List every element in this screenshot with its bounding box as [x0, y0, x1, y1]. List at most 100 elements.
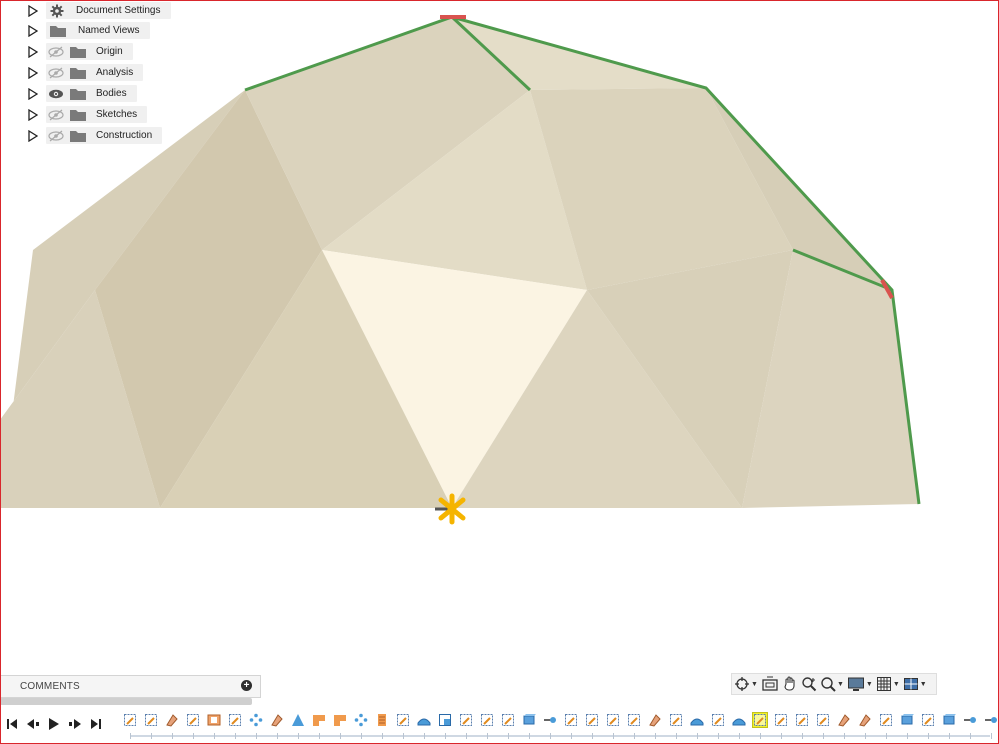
timeline-tick [970, 733, 971, 739]
browser-item-construction[interactable]: Construction [26, 125, 163, 146]
eye-hidden-icon[interactable] [48, 130, 64, 142]
expand-icon[interactable] [26, 128, 40, 144]
timeline-feature-sketch[interactable] [479, 712, 495, 728]
timeline-tick [949, 733, 950, 739]
eye-visible-icon[interactable] [48, 88, 64, 100]
zoom-icon[interactable] [801, 675, 817, 693]
timeline-feature-sketch[interactable] [584, 712, 600, 728]
timeline-feature-sketch[interactable] [626, 712, 642, 728]
timeline-feature-sketch[interactable] [395, 712, 411, 728]
browser-item-label: Analysis [96, 67, 134, 78]
timeline-feature-sketch[interactable] [227, 712, 243, 728]
timeline-tick [697, 733, 698, 739]
timeline-feature-mirror[interactable] [206, 712, 222, 728]
timeline-feature-sketch[interactable] [122, 712, 138, 728]
browser-item-label: Sketches [96, 109, 138, 120]
timeline-tick [718, 733, 719, 739]
timeline-feature-chamfer[interactable] [836, 712, 852, 728]
expand-icon[interactable] [26, 3, 40, 19]
browser-item-label: Origin [96, 46, 123, 57]
timeline-feature-sketch[interactable] [710, 712, 726, 728]
browser-item-bodies[interactable]: Bodies [26, 83, 137, 104]
timeline-feature-extrude[interactable] [311, 712, 327, 728]
folder-icon [70, 67, 86, 79]
timeline-feature-sketch[interactable] [143, 712, 159, 728]
timeline-feature-surface[interactable] [731, 712, 747, 728]
timeline-feature-pattern[interactable] [248, 712, 264, 728]
browser-item-document-settings[interactable]: Document Settings [26, 0, 171, 21]
timeline-tick [235, 733, 236, 739]
eye-hidden-icon[interactable] [48, 67, 64, 79]
browser-item-sketches[interactable]: Sketches [26, 104, 148, 125]
timeline-feature-sketch[interactable] [458, 712, 474, 728]
timeline-feature-sketch[interactable] [815, 712, 831, 728]
expand-icon[interactable] [26, 23, 40, 39]
timeline-feature-sketch[interactable] [878, 712, 894, 728]
viewports-icon[interactable]: ▼ [903, 675, 927, 693]
timeline-feature-face[interactable] [437, 712, 453, 728]
browser-item-origin[interactable]: Origin [26, 41, 133, 62]
timeline-feature-pattern[interactable] [353, 712, 369, 728]
go-to-start-icon[interactable] [6, 717, 18, 731]
timeline-feature-sketch[interactable] [668, 712, 684, 728]
timeline-feature-joint[interactable] [983, 712, 999, 728]
timeline-feature-thicken[interactable] [374, 712, 390, 728]
timeline-feature-plane[interactable] [941, 712, 957, 728]
timeline-feature-sketch[interactable] [794, 712, 810, 728]
look-at-icon[interactable] [761, 675, 779, 693]
browser-item-named-views[interactable]: Named Views [26, 20, 150, 41]
timeline-tick [298, 733, 299, 739]
grid-icon[interactable]: ▼ [876, 675, 900, 693]
browser-item-label: Document Settings [76, 5, 161, 16]
step-forward-icon[interactable] [68, 717, 82, 731]
comments-scrollbar[interactable] [0, 698, 252, 705]
timeline-feature-surface[interactable] [416, 712, 432, 728]
timeline-tick [214, 733, 215, 739]
timeline-feature-chamfer[interactable] [269, 712, 285, 728]
comments-panel[interactable]: COMMENTS + [0, 675, 261, 698]
expand-icon[interactable] [26, 86, 40, 102]
timeline-feature-joint[interactable] [962, 712, 978, 728]
timeline-feature-sketch[interactable] [185, 712, 201, 728]
timeline-tick [739, 733, 740, 739]
canvas-viewport[interactable] [0, 0, 999, 744]
timeline-feature-sketch[interactable] [773, 712, 789, 728]
timeline-feature-sketch[interactable] [920, 712, 936, 728]
timeline-feature-sketch-selected[interactable] [752, 712, 768, 728]
plus-circle-icon[interactable]: + [241, 680, 252, 691]
step-back-icon[interactable] [26, 717, 40, 731]
timeline-track[interactable] [130, 735, 990, 737]
display-settings-icon[interactable]: ▼ [847, 675, 873, 693]
timeline-tick [256, 733, 257, 739]
timeline-feature-surface[interactable] [689, 712, 705, 728]
timeline-feature-chamfer[interactable] [164, 712, 180, 728]
timeline-feature-chamfer[interactable] [647, 712, 663, 728]
timeline-feature-joint[interactable] [542, 712, 558, 728]
browser-item-analysis[interactable]: Analysis [26, 62, 144, 83]
play-icon[interactable] [48, 717, 60, 731]
go-to-end-icon[interactable] [90, 717, 102, 731]
timeline-feature-extrude[interactable] [332, 712, 348, 728]
expand-icon[interactable] [26, 65, 40, 81]
timeline-feature-chamfer[interactable] [857, 712, 873, 728]
gear-icon [50, 4, 64, 17]
fit-icon[interactable]: ▼ [820, 675, 844, 693]
dome-model[interactable] [0, 0, 999, 744]
timeline-feature-plane[interactable] [899, 712, 915, 728]
timeline-tick [403, 733, 404, 739]
expand-icon[interactable] [26, 44, 40, 60]
folder-icon [70, 109, 86, 121]
expand-icon[interactable] [26, 107, 40, 123]
timeline-feature-sketch[interactable] [605, 712, 621, 728]
orbit-icon[interactable]: ▼ [734, 675, 758, 693]
timeline-tick [592, 733, 593, 739]
timeline-feature-sketch[interactable] [563, 712, 579, 728]
timeline-tick [529, 733, 530, 739]
timeline-tick [676, 733, 677, 739]
eye-hidden-icon[interactable] [48, 109, 64, 121]
timeline-feature-plane[interactable] [521, 712, 537, 728]
timeline-feature-loft[interactable] [290, 712, 306, 728]
eye-hidden-icon[interactable] [48, 46, 64, 58]
pan-icon[interactable] [782, 675, 798, 693]
timeline-feature-sketch[interactable] [500, 712, 516, 728]
